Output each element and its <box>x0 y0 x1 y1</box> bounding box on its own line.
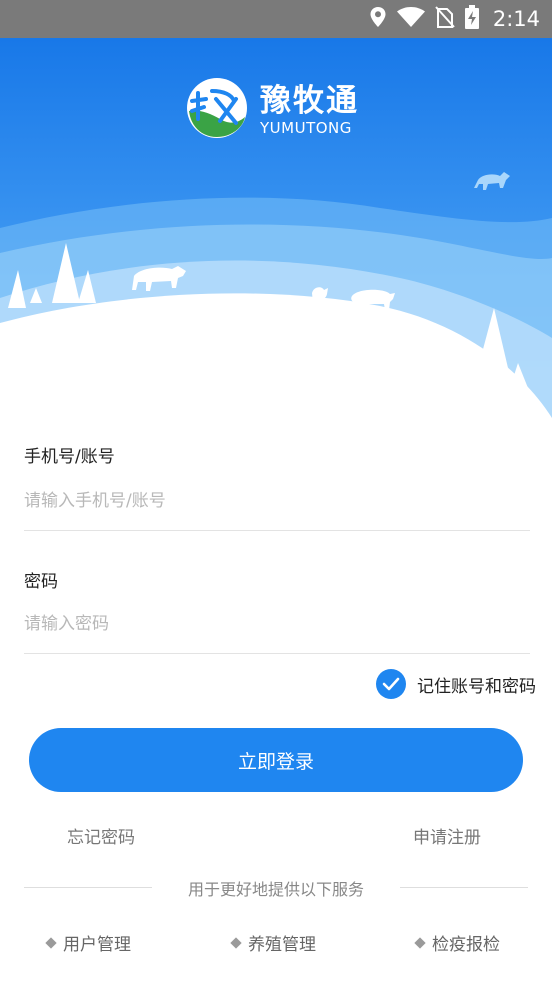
service-item: 检疫报检 <box>414 930 500 955</box>
app-name: 豫牧通 <box>260 83 359 119</box>
account-label: 手机号/账号 <box>24 447 115 467</box>
forgot-password-link[interactable]: 忘记密码 <box>67 823 135 848</box>
diamond-bullet-icon <box>230 936 242 949</box>
no-sim-icon <box>435 6 455 32</box>
remember-credentials[interactable]: 记住账号和密码 <box>376 669 536 699</box>
diamond-bullet-icon <box>414 936 426 949</box>
diamond-bullet-icon <box>45 936 57 949</box>
password-label: 密码 <box>24 572 58 592</box>
service-label: 养殖管理 <box>248 935 316 955</box>
password-input[interactable] <box>24 606 529 642</box>
remember-checkbox[interactable] <box>376 669 406 699</box>
checkmark-icon <box>382 677 400 691</box>
service-label: 用户管理 <box>63 935 131 955</box>
service-item: 养殖管理 <box>230 930 316 955</box>
account-divider <box>24 530 530 531</box>
service-label: 检疫报检 <box>432 935 500 955</box>
wifi-icon <box>396 7 425 31</box>
status-time: 2:14 <box>492 7 540 31</box>
register-link[interactable]: 申请注册 <box>413 823 481 848</box>
battery-charging-icon <box>464 5 479 33</box>
app-logo: 豫牧通 YUMUTONG <box>186 77 359 143</box>
remember-label: 记住账号和密码 <box>417 676 536 697</box>
services-divider-right <box>400 887 528 888</box>
location-icon <box>369 6 387 32</box>
password-divider <box>24 653 530 654</box>
account-input[interactable] <box>24 483 529 519</box>
services-title: 用于更好地提供以下服务 <box>187 880 364 899</box>
status-icons: 2:14 <box>369 0 540 38</box>
status-bar: 2:14 <box>0 0 552 38</box>
login-button[interactable]: 立即登录 <box>29 728 523 792</box>
logo-emblem-icon <box>186 77 248 143</box>
service-item: 用户管理 <box>45 930 131 955</box>
app-name-en: YUMUTONG <box>260 119 352 137</box>
